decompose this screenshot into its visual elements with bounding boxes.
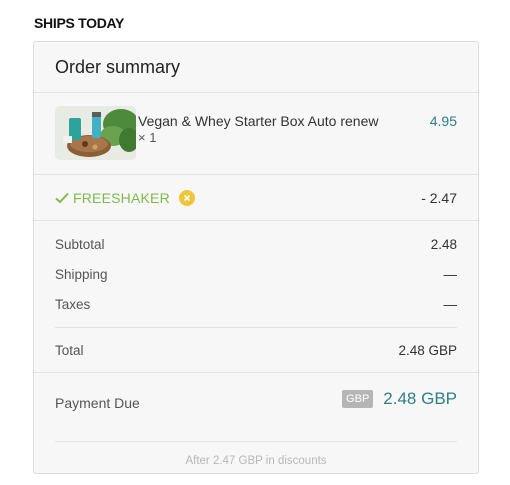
shipping-row: Shipping — xyxy=(55,259,457,289)
order-summary-title: Order summary xyxy=(34,42,478,93)
line-item: Vegan & Whey Starter Box Auto renew × 1 … xyxy=(34,93,478,175)
total-value: 2.48 GBP xyxy=(398,342,457,358)
check-icon xyxy=(55,192,69,204)
item-quantity: × 1 xyxy=(138,130,157,145)
product-image xyxy=(55,106,136,160)
discount-code-label: FREESHAKER xyxy=(73,190,170,206)
item-name: Vegan & Whey Starter Box Auto renew xyxy=(138,113,379,129)
subtotal-value: 2.48 xyxy=(430,236,457,252)
remove-discount-button[interactable] xyxy=(178,190,195,206)
taxes-value: — xyxy=(443,296,458,312)
discount-code: FREESHAKER xyxy=(55,190,195,206)
order-summary-card: Order summary Vegan & Whey Starter Box A… xyxy=(33,41,479,474)
shipping-value: — xyxy=(443,266,458,282)
payment-due-section: Payment Due GBP 2.48 GBP After 2.47 GBP … xyxy=(34,372,478,476)
item-price: 4.95 xyxy=(429,113,457,129)
totals-section: Subtotal 2.48 Shipping — Taxes — Total 2… xyxy=(34,229,478,372)
taxes-label: Taxes xyxy=(55,296,91,312)
discount-row: FREESHAKER - 2.47 xyxy=(34,175,478,221)
ships-today-heading: SHIPS TODAY xyxy=(34,15,125,31)
close-icon xyxy=(183,194,190,202)
taxes-row: Taxes — xyxy=(55,289,457,319)
total-row: Total 2.48 GBP xyxy=(55,328,457,372)
total-label: Total xyxy=(55,342,84,358)
discount-amount: - 2.47 xyxy=(421,190,457,206)
shipping-label: Shipping xyxy=(55,266,108,282)
payment-due-amount: 2.48 GBP xyxy=(383,389,457,408)
payment-due-amount-group: GBP 2.48 GBP xyxy=(342,389,457,409)
discount-note: After 2.47 GBP in discounts xyxy=(185,455,327,467)
payment-due-label: Payment Due xyxy=(55,395,140,411)
currency-badge: GBP xyxy=(342,390,374,408)
subtotal-label: Subtotal xyxy=(55,236,105,252)
subtotal-row: Subtotal 2.48 xyxy=(55,229,457,259)
divider xyxy=(55,441,457,442)
